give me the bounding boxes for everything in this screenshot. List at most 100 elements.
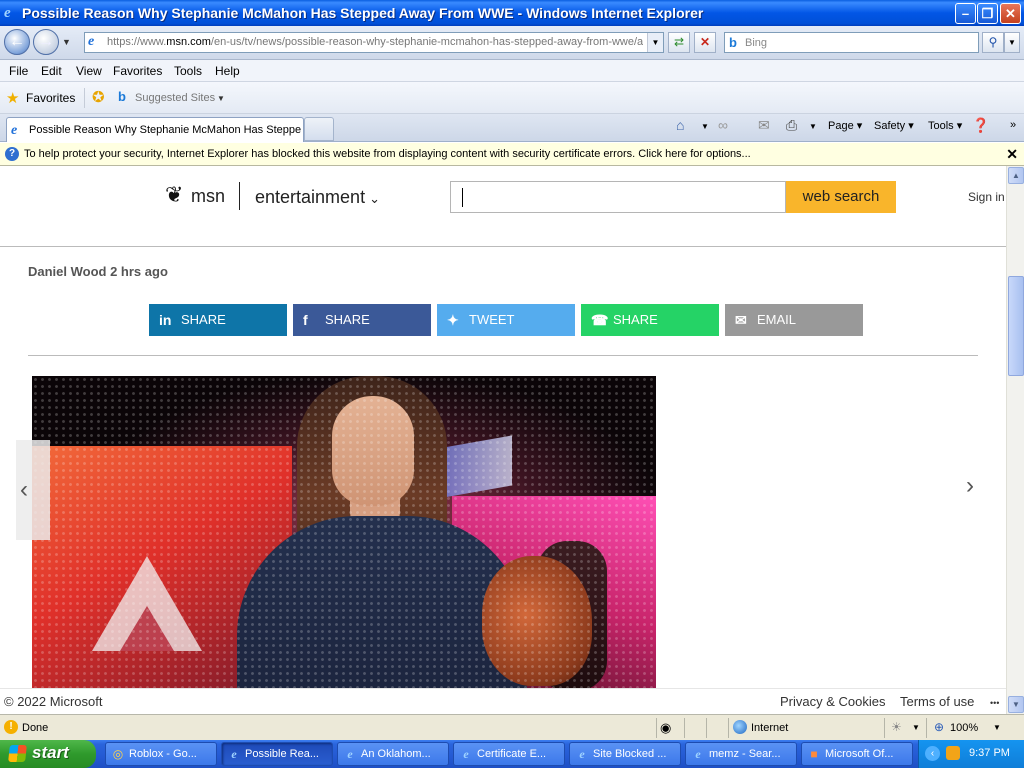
add-to-favorites-icon[interactable]: ✪ — [92, 88, 105, 106]
status-divider — [926, 718, 927, 738]
tab-row: e Possible Reason Why Stephanie McMahon … — [0, 114, 1024, 142]
terms-link[interactable]: Terms of use — [900, 694, 974, 709]
menu-help[interactable]: Help — [215, 64, 240, 78]
msn-logo-text: msn — [191, 186, 226, 206]
zoom-level[interactable]: 100% — [950, 722, 978, 734]
warning-icon: ! — [4, 720, 18, 734]
new-tab-button[interactable] — [304, 117, 334, 141]
internet-zone-globe-icon — [733, 720, 747, 734]
scroll-up-button[interactable]: ▲ — [1008, 167, 1024, 184]
share-linkedin-button[interactable]: in SHARE — [149, 304, 287, 336]
share-twitter-button[interactable]: ✦ TWEET — [437, 304, 575, 336]
web-search-input[interactable] — [450, 181, 786, 213]
address-bar[interactable]: e https://www.msn.com/en-us/tv/news/poss… — [84, 32, 664, 53]
read-mail-icon[interactable]: ✉ — [758, 117, 770, 134]
taskbar-task-button[interactable]: e memz - Sear... — [685, 742, 797, 766]
restore-button[interactable]: ❐ — [977, 3, 998, 24]
vertical-scrollbar[interactable]: ▲ ▼ — [1006, 166, 1024, 714]
suggested-sites-link[interactable]: Suggested Sites — [135, 92, 215, 104]
ie-icon: e — [579, 747, 585, 761]
chevron-down-icon: ⌄ — [369, 191, 380, 206]
tab-active[interactable]: e Possible Reason Why Stephanie McMahon … — [6, 117, 304, 142]
url-path: /en-us/tv/news/possible-reason-why-steph… — [210, 36, 643, 48]
taskbar-task-label: Roblox - Go... — [129, 748, 197, 760]
bing-search-box[interactable]: b Bing — [724, 32, 979, 53]
page-ie-icon: e — [88, 34, 95, 49]
taskbar-task-button[interactable]: ◎ Roblox - Go... — [105, 742, 217, 766]
info-bar-message[interactable]: To help protect your security, Internet … — [24, 148, 751, 160]
footer-more-icon[interactable]: ••• — [990, 698, 999, 708]
home-icon[interactable]: ⌂ — [676, 117, 684, 133]
page-menu[interactable]: Page ▾ — [828, 119, 862, 132]
protected-mode-dropdown[interactable]: ▼ — [912, 723, 920, 732]
text-caret — [462, 188, 463, 207]
scroll-down-button[interactable]: ▼ — [1008, 696, 1024, 713]
messenger-tray-icon[interactable] — [946, 746, 960, 760]
share-twitter-label: TWEET — [469, 312, 515, 327]
email-icon: ✉ — [735, 312, 747, 328]
taskbar-task-button[interactable]: e Possible Rea... — [221, 742, 333, 766]
security-zone-label: Internet — [751, 722, 789, 734]
share-rule — [28, 355, 978, 356]
refresh-button[interactable]: ⇄ — [668, 32, 690, 53]
start-label: start — [32, 743, 69, 762]
share-facebook-button[interactable]: f SHARE — [293, 304, 431, 336]
share-email-label: EMAIL — [757, 312, 797, 327]
tray-expand-icon[interactable]: ‹ — [925, 746, 940, 761]
home-dropdown[interactable]: ▼ — [701, 122, 709, 131]
clock[interactable]: 9:37 PM — [969, 747, 1010, 759]
section-dropdown[interactable]: entertainment ⌄ — [255, 187, 380, 208]
suggested-sites-dropdown[interactable]: ▼ — [217, 94, 225, 103]
ie-icon: e — [463, 747, 469, 761]
print-icon[interactable]: ⎙ — [786, 117, 797, 134]
sign-in-link[interactable]: Sign in — [968, 190, 1005, 204]
favorites-button[interactable]: Favorites — [26, 91, 75, 105]
favorites-star-icon[interactable]: ★ — [6, 89, 19, 107]
menu-edit[interactable]: Edit — [41, 64, 62, 78]
favorites-divider — [84, 88, 85, 108]
share-whatsapp-button[interactable]: ☎ SHARE — [581, 304, 719, 336]
address-url[interactable]: https://www.msn.com/en-us/tv/news/possib… — [107, 36, 643, 48]
help-icon[interactable]: ❓ — [972, 117, 989, 134]
search-go-button[interactable]: ⚲ — [982, 32, 1004, 53]
web-search-button[interactable]: web search — [786, 181, 896, 213]
privacy-link[interactable]: Privacy & Cookies — [780, 694, 885, 709]
privacy-eye-icon[interactable]: ◉ — [660, 720, 671, 736]
header-divider — [239, 182, 240, 210]
recent-pages-dropdown[interactable]: ▼ — [62, 37, 71, 47]
back-button[interactable]: ← — [4, 29, 30, 55]
taskbar-task-button[interactable]: e Site Blocked ... — [569, 742, 681, 766]
taskbar: start ◎ Roblox - Go... e Possible Rea... e An… — [0, 740, 1024, 768]
address-dropdown[interactable]: ▼ — [647, 33, 663, 52]
stop-button[interactable]: ✕ — [694, 32, 716, 53]
safety-menu[interactable]: Safety ▾ — [874, 119, 914, 132]
print-dropdown[interactable]: ▼ — [809, 122, 817, 131]
taskbar-task-button[interactable]: e An Oklahom... — [337, 742, 449, 766]
forward-button[interactable]: → — [33, 29, 59, 55]
feeds-icon[interactable]: ∞ — [718, 117, 728, 133]
search-options-dropdown[interactable]: ▼ — [1004, 32, 1020, 53]
share-email-button[interactable]: ✉ EMAIL — [725, 304, 863, 336]
taskbar-task-button[interactable]: e Certificate E... — [453, 742, 565, 766]
close-button[interactable]: ✕ — [1000, 3, 1021, 24]
menu-tools[interactable]: Tools — [174, 64, 202, 78]
start-button[interactable]: start — [0, 740, 96, 768]
url-domain: msn.com — [166, 36, 211, 48]
menu-file[interactable]: File — [9, 64, 28, 78]
menu-view[interactable]: View — [76, 64, 102, 78]
article-hero-image[interactable] — [32, 376, 656, 688]
zoom-dropdown[interactable]: ▼ — [993, 723, 1001, 732]
menu-favorites[interactable]: Favorites — [113, 64, 162, 78]
tools-menu[interactable]: Tools ▾ — [928, 119, 962, 132]
security-info-bar[interactable]: ? To help protect your security, Interne… — [0, 143, 1024, 166]
forward-arrow-icon: → — [38, 33, 54, 50]
status-divider — [684, 718, 685, 738]
carousel-next-button[interactable]: › — [966, 472, 974, 500]
protected-mode-icon[interactable]: ☀ — [891, 720, 902, 734]
info-bar-close-icon[interactable]: ✕ — [1006, 146, 1018, 163]
scroll-thumb[interactable] — [1008, 276, 1024, 376]
taskbar-task-button[interactable]: ■ Microsoft Of... — [801, 742, 913, 766]
toolbar-overflow-chevron-icon[interactable]: » — [1010, 119, 1016, 131]
carousel-prev-button[interactable]: ‹ — [16, 440, 50, 540]
minimize-button[interactable]: – — [955, 3, 976, 24]
